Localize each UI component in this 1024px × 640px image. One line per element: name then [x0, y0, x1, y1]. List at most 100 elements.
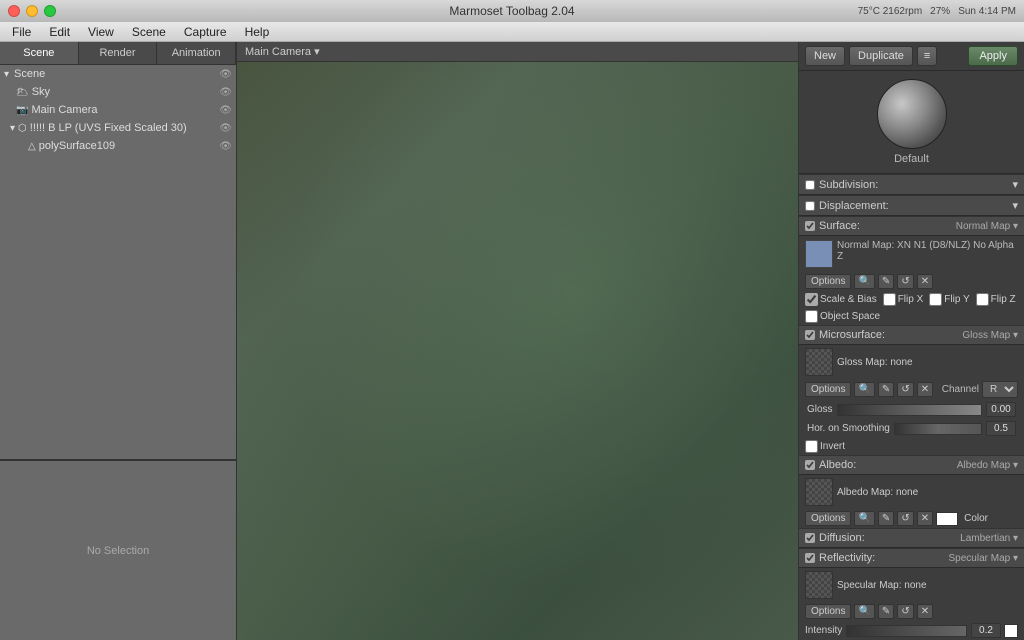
menu-scene[interactable]: Scene — [124, 23, 174, 41]
flip-x-checkbox[interactable] — [883, 293, 896, 306]
tree-item-sky[interactable]: 🌥 Sky 👁 — [0, 83, 236, 101]
specular-clear-icon[interactable]: ✕ — [917, 604, 933, 619]
flip-x-label: Flip X — [883, 293, 924, 306]
surface-checkbox[interactable] — [805, 221, 815, 231]
intensity-row: Intensity 0.2 — [799, 621, 1024, 640]
visibility-icon[interactable]: 👁 — [219, 141, 232, 152]
flip-z-checkbox[interactable] — [976, 293, 989, 306]
gloss-refresh-icon[interactable]: ↺ — [897, 382, 913, 397]
specular-map-row: Specular Map: none — [799, 568, 1024, 602]
minimize-button[interactable] — [26, 5, 38, 17]
invert-checkbox[interactable] — [805, 440, 818, 453]
tree-item-scene[interactable]: ▾ Scene 👁 — [0, 65, 236, 83]
scale-bias-checkbox[interactable] — [805, 293, 818, 306]
cpu-temp: 75°C 2162rpm — [858, 6, 923, 17]
intensity-bar[interactable] — [846, 625, 967, 637]
tab-scene[interactable]: Scene — [0, 42, 79, 64]
section-displacement[interactable]: Displacement: ▾ — [799, 195, 1024, 216]
menu-capture[interactable]: Capture — [176, 23, 235, 41]
menu-view[interactable]: View — [80, 23, 122, 41]
specular-map-label: Specular Map: — [837, 580, 901, 591]
subdivision-checkbox[interactable] — [805, 180, 815, 190]
microsurface-checkbox[interactable] — [805, 330, 815, 340]
intensity-label: Intensity — [805, 625, 842, 636]
tab-render[interactable]: Render — [79, 42, 158, 64]
material-name: Default — [894, 153, 929, 165]
flip-y-checkbox[interactable] — [929, 293, 942, 306]
specular-options-button[interactable]: Options — [805, 604, 851, 619]
menu-file[interactable]: File — [4, 23, 39, 41]
duplicate-material-button[interactable]: Duplicate — [849, 46, 913, 66]
panel-tabs: Scene Render Animation — [0, 42, 236, 65]
displacement-checkbox[interactable] — [805, 201, 815, 211]
section-reflectivity[interactable]: Reflectivity: Specular Map ▾ — [799, 548, 1024, 568]
material-preview: Default — [799, 71, 1024, 174]
new-material-button[interactable]: New — [805, 46, 845, 66]
battery-level: 27% — [930, 6, 950, 17]
visibility-icon[interactable]: 👁 — [219, 123, 232, 134]
specular-edit-icon[interactable]: ✎ — [878, 604, 894, 619]
visibility-icon[interactable]: 👁 — [219, 105, 232, 116]
viewport[interactable]: Main Camera ▾ — [237, 42, 799, 640]
albedo-clear-icon[interactable]: ✕ — [917, 511, 933, 526]
albedo-options-button[interactable]: Options — [805, 511, 851, 526]
diffusion-map-type[interactable]: Lambertian ▾ — [960, 533, 1018, 544]
microsurface-label: Microsurface: — [819, 329, 962, 341]
poly-icon: △ — [28, 141, 36, 152]
menu-help[interactable]: Help — [237, 23, 278, 41]
left-panel: Scene Render Animation ▾ Scene 👁 🌥 Sky 👁… — [0, 42, 237, 640]
scene-tree: ▾ Scene 👁 🌥 Sky 👁 📷 Main Camera 👁 ▾ ⬡ — [0, 65, 236, 460]
clear-icon-btn[interactable]: ✕ — [917, 274, 933, 289]
gloss-options-button[interactable]: Options — [805, 382, 851, 397]
surface-options-button[interactable]: Options — [805, 274, 851, 289]
albedo-search-icon[interactable]: 🔍 — [854, 511, 874, 526]
camera-label[interactable]: Main Camera ▾ — [245, 45, 320, 58]
edit-icon-btn[interactable]: ✎ — [878, 274, 894, 289]
albedo-map-type[interactable]: Albedo Map ▾ — [957, 460, 1018, 471]
section-surface[interactable]: Surface: Normal Map ▾ — [799, 216, 1024, 236]
tree-item-poly-surface[interactable]: △ polySurface109 👁 — [0, 137, 236, 155]
microsurface-map-type[interactable]: Gloss Map ▾ — [962, 330, 1018, 341]
expand-icon: ▾ — [4, 69, 9, 80]
menu-edit[interactable]: Edit — [41, 23, 78, 41]
gloss-options-row: Options 🔍 ✎ ↺ ✕ Channel R G B A — [799, 379, 1024, 400]
tab-animation[interactable]: Animation — [157, 42, 236, 64]
refresh-icon-btn[interactable]: ↺ — [897, 274, 913, 289]
section-albedo[interactable]: Albedo: Albedo Map ▾ — [799, 455, 1024, 475]
close-button[interactable] — [8, 5, 20, 17]
tree-item-mesh-group[interactable]: ▾ ⬡ !!!!! B LP (UVS Fixed Scaled 30) 👁 — [0, 119, 236, 137]
apply-button[interactable]: Apply — [968, 46, 1018, 66]
smoothing-bar[interactable] — [894, 423, 982, 435]
visibility-icon[interactable]: 👁 — [219, 69, 232, 80]
section-diffusion[interactable]: Diffusion: Lambertian ▾ — [799, 528, 1024, 548]
search-icon-btn[interactable]: 🔍 — [854, 274, 874, 289]
material-options-button[interactable]: ≡ — [917, 46, 937, 66]
object-space-checkbox[interactable] — [805, 310, 818, 323]
section-microsurface[interactable]: Microsurface: Gloss Map ▾ — [799, 325, 1024, 345]
tree-item-camera[interactable]: 📷 Main Camera 👁 — [0, 101, 236, 119]
reflectivity-checkbox[interactable] — [805, 553, 815, 563]
channel-label: Channel — [942, 384, 979, 395]
channel-select[interactable]: R G B A — [982, 381, 1018, 398]
specular-refresh-icon[interactable]: ↺ — [897, 604, 913, 619]
section-subdivision[interactable]: Subdivision: ▾ — [799, 174, 1024, 195]
intensity-color-swatch[interactable] — [1004, 624, 1018, 638]
surface-map-type[interactable]: Normal Map ▾ — [956, 221, 1018, 232]
specular-search-icon[interactable]: 🔍 — [854, 604, 874, 619]
gloss-bar[interactable] — [837, 404, 982, 416]
maximize-button[interactable] — [44, 5, 56, 17]
gloss-clear-icon[interactable]: ✕ — [917, 382, 933, 397]
albedo-checkbox[interactable] — [805, 460, 815, 470]
visibility-icon[interactable]: 👁 — [219, 87, 232, 98]
gloss-search-icon[interactable]: 🔍 — [854, 382, 874, 397]
albedo-edit-icon[interactable]: ✎ — [878, 511, 894, 526]
albedo-refresh-icon[interactable]: ↺ — [897, 511, 913, 526]
reflectivity-map-type[interactable]: Specular Map ▾ — [949, 553, 1019, 564]
traffic-lights[interactable] — [8, 5, 56, 17]
viewport-content[interactable] — [237, 62, 798, 640]
gloss-map-label: Gloss Map: — [837, 357, 888, 368]
albedo-color-swatch[interactable] — [936, 512, 958, 526]
diffusion-checkbox[interactable] — [805, 533, 815, 543]
tree-item-label: polySurface109 — [39, 140, 115, 152]
gloss-edit-icon[interactable]: ✎ — [878, 382, 894, 397]
